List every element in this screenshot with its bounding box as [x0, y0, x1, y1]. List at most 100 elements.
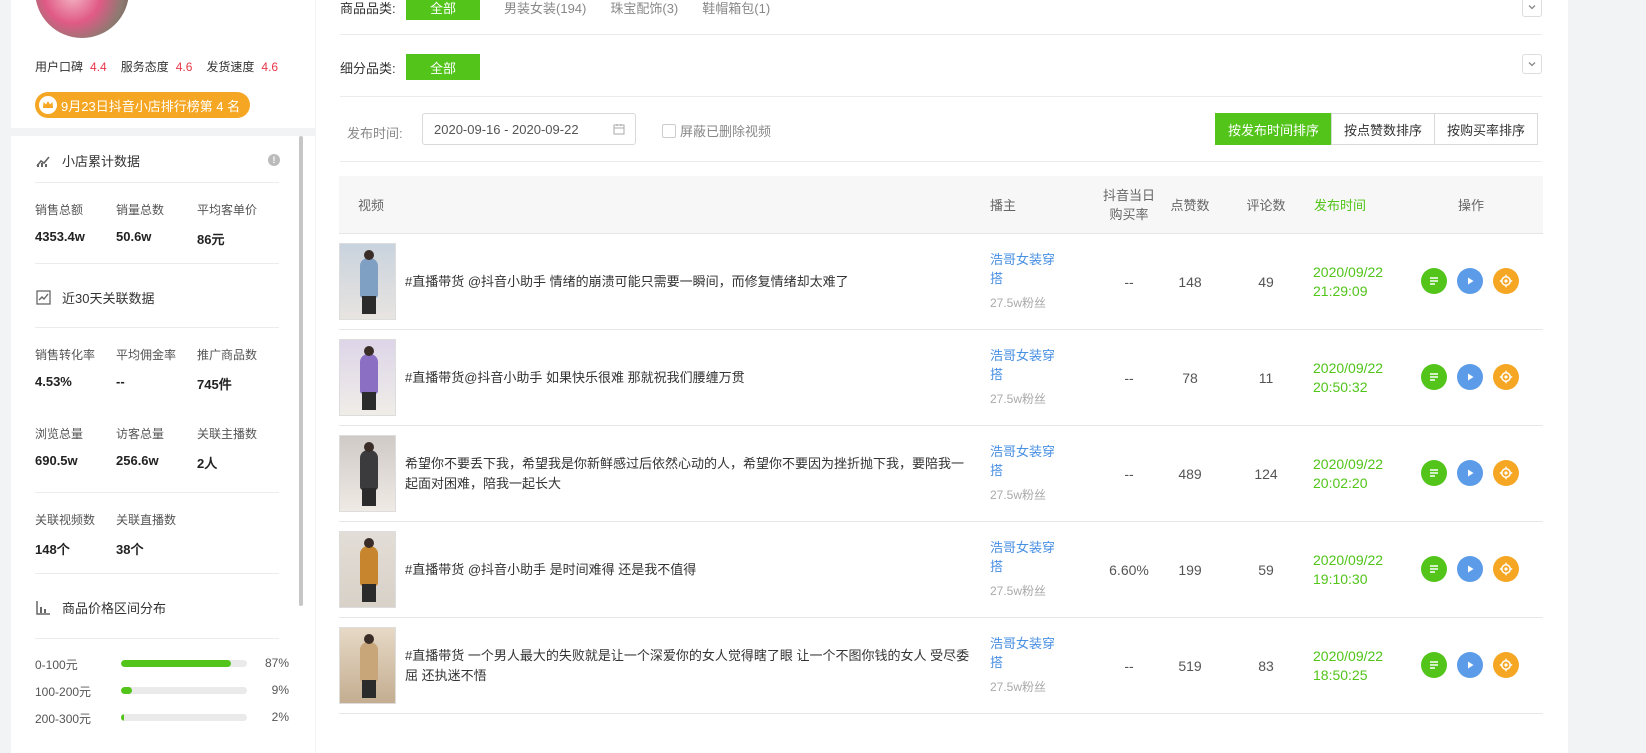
rating-service: 服务态度 4.6: [120, 60, 193, 74]
category-filter: 商品品类: 全部 男装女装(194) 珠宝配饰(3) 鞋帽箱包(1): [340, 0, 1542, 20]
comments-value: 11: [1258, 370, 1274, 386]
video-list-panel: 商品品类: 全部 男装女装(194) 珠宝配饰(3) 鞋帽箱包(1) 细分品类:…: [316, 0, 1568, 753]
section-separator: [11, 128, 315, 136]
anchor-name[interactable]: 浩哥女装穿搭: [990, 250, 1062, 288]
video-thumbnail[interactable]: [339, 243, 396, 320]
row-actions: [1421, 364, 1519, 390]
trend-chart-icon: [36, 156, 50, 167]
anchor-name[interactable]: 浩哥女装穿搭: [990, 346, 1062, 384]
video-title[interactable]: #直播带货@抖音小助手 如果快乐很难 那就祝我们腰缠万贯: [405, 330, 971, 426]
category-option[interactable]: 鞋帽箱包(1): [702, 0, 770, 17]
track-button[interactable]: [1493, 364, 1519, 390]
anchor-name[interactable]: 浩哥女装穿搭: [990, 442, 1062, 480]
play-icon: [1468, 373, 1474, 381]
subcategory-all-button[interactable]: 全部: [406, 54, 481, 80]
play-button[interactable]: [1457, 364, 1483, 390]
anchor-fans: 27.5w粉丝: [990, 296, 1047, 310]
video-thumbnail[interactable]: [339, 531, 396, 608]
checkbox-box[interactable]: [662, 123, 676, 138]
stat-total-visitors: 访客总量 256.6w: [116, 427, 165, 468]
sort-by-buyrate-button[interactable]: 按购买率排序: [1434, 113, 1539, 145]
table-row[interactable]: #直播带货 一个男人最大的失败就是让一个深爱你的女人觉得瞎了眼 让一个不图你钱的…: [339, 618, 1543, 714]
track-button[interactable]: [1493, 268, 1519, 294]
table-row[interactable]: #直播带货 @抖音小助手 情绪的崩溃可能只需要一瞬间，而修复情绪却太难了 浩哥女装…: [339, 234, 1543, 330]
column-comments[interactable]: 评论数: [1235, 176, 1297, 234]
play-button[interactable]: [1457, 268, 1483, 294]
detail-button[interactable]: [1421, 652, 1447, 678]
track-button[interactable]: [1493, 652, 1519, 678]
hide-deleted-checkbox[interactable]: 屏蔽已删除视频: [662, 121, 771, 140]
table-row[interactable]: #直播带货@抖音小助手 如果快乐很难 那就祝我们腰缠万贯 浩哥女装穿搭 27.5w粉…: [339, 330, 1543, 426]
video-title[interactable]: 希望你不要丢下我，希望我是你新鲜感过后依然心动的人，希望你不要因为挫折抛下我，要…: [405, 426, 971, 522]
track-button[interactable]: [1493, 460, 1519, 486]
category-expand-button[interactable]: [1522, 0, 1542, 17]
likes-value: 519: [1178, 658, 1202, 674]
related-stats-header: 近30天关联数据: [35, 288, 154, 307]
video-thumbnail[interactable]: [339, 627, 396, 704]
play-icon: [1468, 277, 1474, 285]
subcategory-filter-label: 细分品类:: [340, 60, 396, 76]
comments-value: 124: [1254, 466, 1278, 482]
category-filter-label: 商品品类:: [340, 0, 396, 16]
price-range-percent: 87%: [264, 656, 289, 670]
publish-time: 2020/09/22 21:29:09: [1313, 264, 1384, 299]
video-title[interactable]: #直播带货 一个男人最大的失败就是让一个深爱你的女人觉得瞎了眼 让一个不图你钱的…: [405, 618, 971, 714]
play-button[interactable]: [1457, 460, 1483, 486]
date-range-value: 2020-09-16 - 2020-09-22: [434, 121, 579, 137]
anchor-info: 浩哥女装穿搭 27.5w粉丝: [990, 442, 1062, 503]
sort-button-group: 按发布时间排序 按点赞数排序 按购买率排序: [1215, 113, 1539, 145]
stat-related-anchors: 关联主播数 2人: [197, 427, 258, 471]
table-header: 视频 播主 抖音当日 购买率 点赞数 评论数 发布时间 操作: [339, 176, 1543, 234]
video-thumbnail[interactable]: [339, 339, 396, 416]
play-button[interactable]: [1457, 556, 1483, 582]
detail-button[interactable]: [1421, 268, 1447, 294]
stat-avg-commission: 平均佣金率 --: [116, 348, 177, 389]
divider: [340, 96, 1542, 97]
target-icon: [1499, 562, 1513, 576]
column-time[interactable]: 发布时间: [1314, 176, 1366, 234]
price-range-percent: 2%: [271, 710, 289, 724]
likes-value: 148: [1178, 274, 1202, 290]
sort-by-likes-button[interactable]: 按点赞数排序: [1331, 113, 1436, 145]
track-button[interactable]: [1493, 556, 1519, 582]
price-range-row: 100-200元 9%: [35, 683, 289, 699]
category-option[interactable]: 男装女装(194): [504, 0, 586, 17]
column-video: 视频: [358, 197, 385, 213]
video-title[interactable]: #直播带货 @抖音小助手 情绪的崩溃可能只需要一瞬间，而修复情绪却太难了: [405, 234, 971, 330]
anchor-fans: 27.5w粉丝: [990, 392, 1047, 406]
divider: [340, 161, 1542, 162]
rank-badge[interactable]: 9月23日抖音小店排行榜第 4 名: [35, 92, 251, 118]
list-icon: [1430, 373, 1438, 381]
detail-button[interactable]: [1421, 556, 1447, 582]
column-likes[interactable]: 点赞数: [1159, 176, 1221, 234]
comments-value: 59: [1258, 562, 1274, 578]
category-all-button[interactable]: 全部: [406, 0, 481, 20]
video-title[interactable]: #直播带货 @抖音小助手 是时间难得 还是我不值得: [405, 522, 971, 618]
detail-button[interactable]: [1421, 460, 1447, 486]
stat-promoted-products: 推广商品数 745件: [197, 348, 258, 392]
subcategory-expand-button[interactable]: [1522, 54, 1542, 74]
table-row[interactable]: #直播带货 @抖音小助手 是时间难得 还是我不值得 浩哥女装穿搭 27.5w粉丝 6.…: [339, 522, 1543, 618]
category-option[interactable]: 珠宝配饰(3): [610, 0, 678, 17]
info-icon[interactable]: !: [268, 154, 280, 166]
video-thumbnail[interactable]: [339, 435, 396, 512]
stat-related-videos: 关联视频数 148个: [35, 513, 96, 557]
play-icon: [1468, 565, 1474, 573]
rating-reputation: 用户口碑 4.4: [35, 60, 107, 74]
price-range-row: 200-300元 2%: [35, 710, 289, 726]
sort-by-time-button[interactable]: 按发布时间排序: [1215, 113, 1333, 145]
date-range-picker[interactable]: 2020-09-16 - 2020-09-22: [422, 113, 636, 145]
anchor-name[interactable]: 浩哥女装穿搭: [990, 634, 1062, 672]
price-range-row: 0-100元 87%: [35, 656, 289, 672]
play-button[interactable]: [1457, 652, 1483, 678]
table-row[interactable]: 希望你不要丢下我，希望我是你新鲜感过后依然心动的人，希望你不要因为挫折抛下我，要…: [339, 426, 1543, 522]
stat-avg-price: 平均客单价 86元: [197, 203, 258, 247]
likes-value: 489: [1178, 466, 1202, 482]
price-dist-title: 商品价格区间分布: [62, 601, 167, 616]
divider: [35, 638, 279, 639]
crown-icon: [39, 96, 57, 114]
detail-button[interactable]: [1421, 364, 1447, 390]
sidebar-scrollbar[interactable]: [299, 136, 303, 606]
anchor-name[interactable]: 浩哥女装穿搭: [990, 538, 1062, 576]
store-ratings: 用户口碑 4.4 服务态度 4.6 发货速度 4.6: [35, 58, 278, 75]
